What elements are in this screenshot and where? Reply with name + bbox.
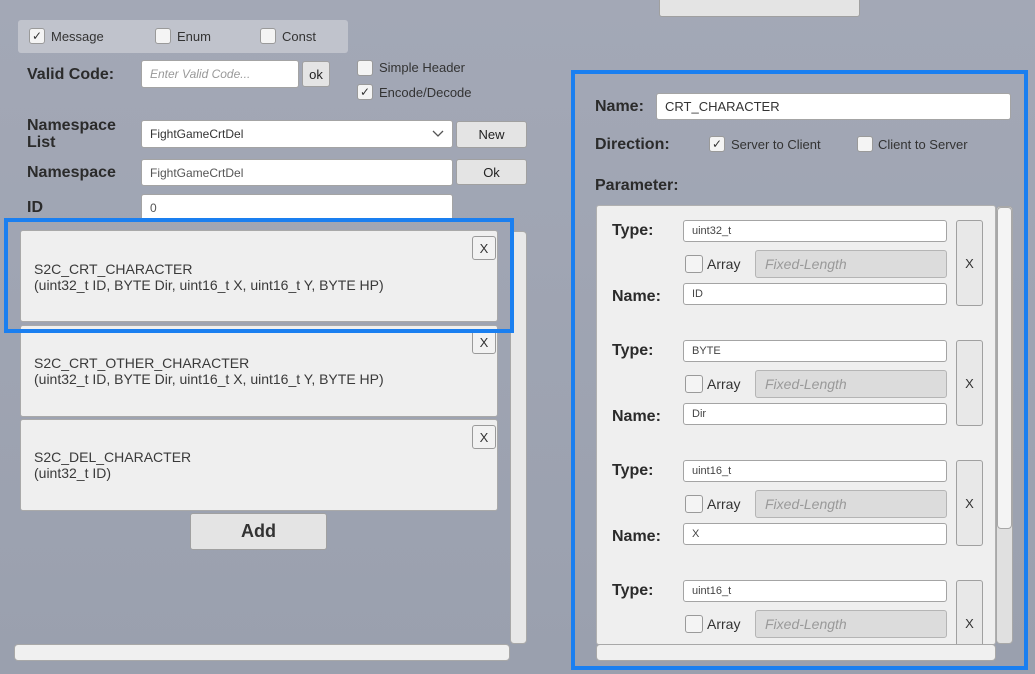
param-array-checkbox[interactable] (685, 255, 703, 273)
remove-message-button[interactable]: X (472, 425, 496, 449)
namespace-dropdown[interactable]: FightGameCrtDel (141, 120, 453, 148)
server-to-client-checkbox[interactable]: ✓ (709, 136, 725, 152)
remove-parameter-button[interactable]: X (956, 220, 983, 306)
param-type-input[interactable]: uint32_t (683, 220, 947, 242)
param-name-value: ID (692, 288, 703, 300)
message-item[interactable]: S2C_CRT_OTHER_CHARACTER (uint32_t ID, BY… (20, 325, 498, 417)
client-to-server-label: Client to Server (878, 137, 968, 152)
param-type-value: BYTE (692, 345, 721, 357)
namespace-input-value: FightGameCrtDel (150, 165, 244, 180)
valid-code-placeholder: Enter Valid Code... (150, 67, 251, 81)
valid-code-ok-button[interactable]: ok (302, 61, 330, 87)
top-button[interactable] (659, 0, 860, 17)
param-array-label: Array (707, 616, 741, 632)
param-fixed-length-input[interactable]: Fixed-Length (755, 610, 947, 638)
detail-name-input[interactable]: CRT_CHARACTER (656, 93, 1011, 120)
param-type-label: Type: (612, 342, 654, 359)
namespace-dropdown-value: FightGameCrtDel (150, 127, 244, 141)
param-name-input[interactable]: ID (683, 283, 947, 305)
const-label: Const (282, 29, 316, 44)
simple-header-checkbox[interactable] (357, 60, 373, 76)
id-input-value: 0 (150, 201, 157, 215)
message-name: S2C_DEL_CHARACTER (34, 449, 192, 465)
message-list-hscrollbar[interactable] (14, 644, 510, 661)
namespace-new-button[interactable]: New (456, 121, 527, 148)
param-array-label: Array (707, 256, 741, 272)
remove-parameter-button[interactable]: X (956, 340, 983, 426)
encode-decode-label: Encode/Decode (379, 85, 472, 100)
parameter-row: Type: uint16_t Array Fixed-Length Name: … (597, 458, 987, 568)
message-label: Message (51, 29, 104, 44)
param-type-label: Type: (612, 222, 654, 239)
param-array-checkbox[interactable] (685, 615, 703, 633)
selected-message-highlight (4, 218, 514, 333)
param-name-value: X (692, 528, 700, 540)
namespace-ok-button[interactable]: Ok (456, 159, 527, 185)
message-item[interactable]: S2C_DEL_CHARACTER (uint32_t ID) X (20, 419, 498, 511)
param-type-label: Type: (612, 462, 654, 479)
param-type-input[interactable]: BYTE (683, 340, 947, 362)
parameter-row: Type: BYTE Array Fixed-Length Name: Dir … (597, 338, 987, 448)
param-name-value: Dir (692, 408, 707, 420)
namespace-label: Namespace (27, 164, 116, 181)
message-name: S2C_CRT_OTHER_CHARACTER (34, 355, 250, 371)
server-to-client-label: Server to Client (731, 137, 821, 152)
valid-code-input[interactable]: Enter Valid Code... (141, 60, 299, 88)
fixed-length-placeholder: Fixed-Length (765, 616, 847, 632)
message-checkbox[interactable]: ✓ (29, 28, 45, 44)
direction-label: Direction: (595, 136, 670, 153)
message-signature: (uint32_t ID) (34, 465, 112, 481)
fixed-length-placeholder: Fixed-Length (765, 376, 847, 392)
parameter-list: Type: uint32_t Array Fixed-Length Name: … (596, 205, 996, 645)
param-type-value: uint16_t (692, 585, 732, 597)
chevron-down-icon (432, 127, 444, 141)
fixed-length-placeholder: Fixed-Length (765, 256, 847, 272)
param-name-label: Name: (612, 408, 661, 425)
param-fixed-length-input[interactable]: Fixed-Length (755, 490, 947, 518)
parameter-hscrollbar[interactable] (596, 644, 996, 661)
param-name-label: Name: (612, 528, 661, 545)
param-type-input[interactable]: uint16_t (683, 580, 947, 602)
simple-header-label: Simple Header (379, 60, 465, 75)
param-fixed-length-input[interactable]: Fixed-Length (755, 250, 947, 278)
id-label: ID (27, 199, 43, 216)
param-array-label: Array (707, 496, 741, 512)
remove-parameter-button[interactable]: X (956, 460, 983, 546)
encode-decode-checkbox[interactable]: ✓ (357, 84, 373, 100)
remove-message-button[interactable]: X (472, 330, 496, 354)
add-message-button[interactable]: Add (190, 513, 327, 550)
const-checkbox[interactable] (260, 28, 276, 44)
param-fixed-length-input[interactable]: Fixed-Length (755, 370, 947, 398)
enum-checkbox[interactable] (155, 28, 171, 44)
parameter-row: Type: uint32_t Array Fixed-Length Name: … (597, 218, 987, 328)
param-type-label: Type: (612, 582, 654, 599)
id-input[interactable]: 0 (141, 194, 453, 221)
param-array-label: Array (707, 376, 741, 392)
param-name-input[interactable]: Dir (683, 403, 947, 425)
param-name-input[interactable]: X (683, 523, 947, 545)
fixed-length-placeholder: Fixed-Length (765, 496, 847, 512)
detail-name-value: CRT_CHARACTER (665, 99, 780, 114)
detail-name-label: Name: (595, 98, 644, 115)
param-type-input[interactable]: uint16_t (683, 460, 947, 482)
message-signature: (uint32_t ID, BYTE Dir, uint16_t X, uint… (34, 371, 384, 387)
remove-parameter-button[interactable]: X (956, 580, 983, 644)
namespace-list-label: Namespace List (27, 117, 116, 151)
parameter-row: Type: uint16_t Array Fixed-Length X (597, 578, 987, 644)
valid-code-label: Valid Code: (27, 66, 115, 83)
param-type-value: uint32_t (692, 225, 732, 237)
namespace-input[interactable]: FightGameCrtDel (141, 159, 453, 186)
parameter-label: Parameter: (595, 177, 679, 194)
parameter-vscroll-thumb[interactable] (997, 207, 1012, 529)
param-array-checkbox[interactable] (685, 375, 703, 393)
enum-label: Enum (177, 29, 211, 44)
param-array-checkbox[interactable] (685, 495, 703, 513)
client-to-server-checkbox[interactable] (857, 136, 873, 152)
param-name-label: Name: (612, 288, 661, 305)
param-type-value: uint16_t (692, 465, 732, 477)
